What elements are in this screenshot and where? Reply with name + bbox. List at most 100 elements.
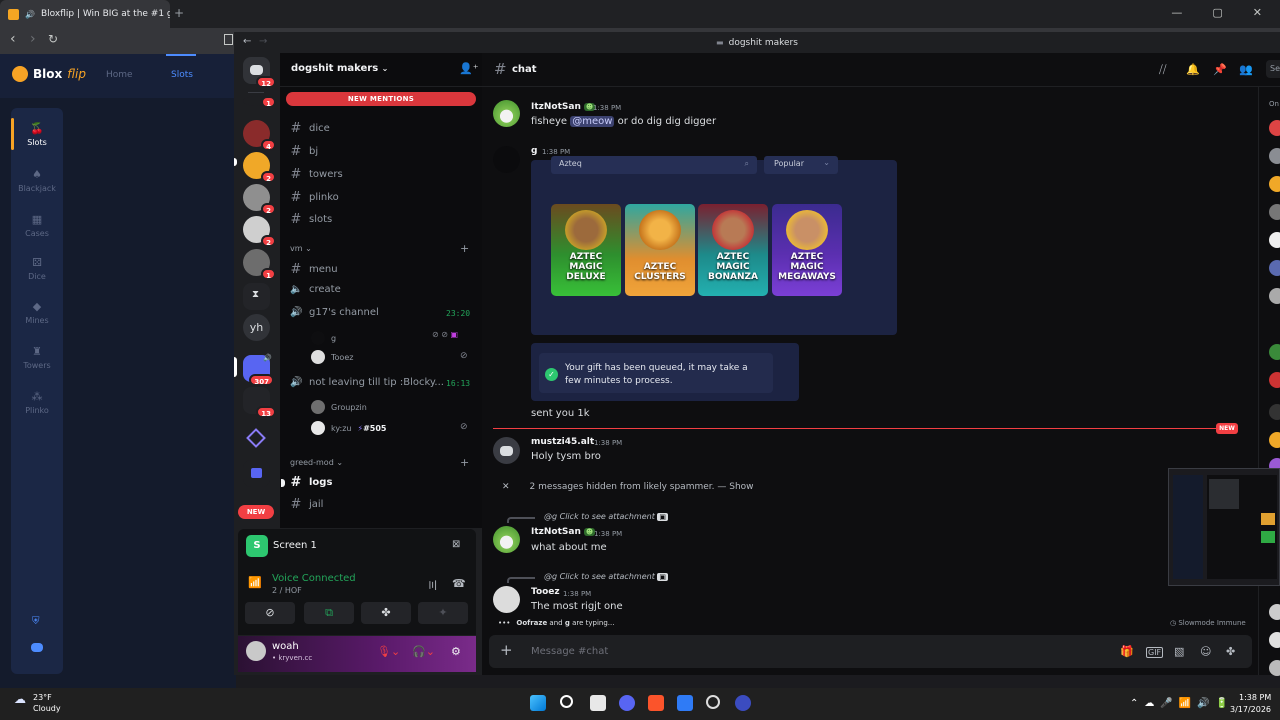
channel-slots[interactable]: # slots	[290, 212, 333, 227]
noise-suppression-icon[interactable]: 〣	[427, 577, 438, 593]
sidebar-item-mines[interactable]: ◆ Mines	[11, 300, 63, 325]
create-channel-icon[interactable]: +	[460, 456, 469, 469]
voice-status[interactable]: Voice Connected	[272, 573, 356, 584]
voice-user-groupzin[interactable]: Groupzin	[311, 400, 367, 414]
new-unreads-pill[interactable]: NEW	[238, 505, 274, 519]
member-avatar[interactable]	[1269, 120, 1280, 136]
voice-user-tooez[interactable]: Tooez	[311, 350, 353, 364]
server-folder[interactable]: ⧗	[243, 283, 270, 310]
start-windows-icon[interactable]	[530, 695, 546, 711]
close-icon[interactable]: ✕	[502, 482, 510, 492]
signal-icon[interactable]: 📶	[248, 576, 262, 589]
stop-stream-icon[interactable]: ⊠	[452, 539, 460, 550]
channel-towers[interactable]: # towers	[290, 167, 343, 182]
sidebar-item-blackjack[interactable]: ♠ Blackjack	[11, 168, 63, 193]
voice-channel-path[interactable]: 2 / HOF	[272, 586, 302, 595]
clock-time[interactable]: 1:38 PM	[1239, 693, 1271, 702]
cloudy-weather-icon[interactable]: ☁	[14, 692, 26, 706]
guild-name[interactable]: dogshit makers ⌄	[291, 63, 388, 74]
back-icon[interactable]: ‹	[10, 31, 16, 47]
stream-preview-thumbnail[interactable]	[1168, 468, 1280, 586]
member-avatar[interactable]	[1269, 404, 1280, 420]
server-dogshit-makers[interactable]: 🔊 307	[243, 354, 274, 386]
avatar[interactable]	[493, 146, 520, 173]
pin-icon[interactable]: 📌	[1213, 63, 1227, 76]
emoji-icon[interactable]: ☺	[1200, 645, 1211, 658]
bloxflip-nav-slots[interactable]: Slots	[171, 70, 193, 80]
sidebar-item-slots[interactable]: 🍒 Slots	[11, 122, 63, 147]
sidebar-item-cases[interactable]: ▦ Cases	[11, 213, 63, 238]
discord-link-icon[interactable]	[31, 643, 43, 652]
discord-taskbar-icon[interactable]	[619, 695, 635, 711]
member-avatar[interactable]	[1269, 604, 1280, 620]
avatar[interactable]	[493, 437, 520, 464]
message-author[interactable]: mustzi45.alt	[531, 437, 594, 447]
file-explorer-icon[interactable]	[590, 695, 606, 711]
channel-menu[interactable]: # menu	[290, 262, 338, 277]
server-icon[interactable]: 1	[243, 249, 276, 280]
sidebar-item-dice[interactable]: ⚄ Dice	[11, 256, 63, 281]
message-author[interactable]: ItzNotSan ☻	[531, 527, 596, 537]
member-avatar[interactable]	[1269, 632, 1280, 648]
bookmark-icon[interactable]	[224, 34, 233, 45]
new-mentions-bar[interactable]: NEW MENTIONS	[286, 92, 476, 106]
shield-icon[interactable]: ⛨	[32, 616, 40, 627]
member-avatar[interactable]	[1269, 260, 1280, 276]
server-folder-open[interactable]: 13	[243, 387, 276, 418]
voice-channel-g17[interactable]: 🔊 g17's channel	[290, 307, 379, 318]
server-yh[interactable]: yh	[243, 314, 270, 341]
bell-icon[interactable]: 🔔	[1186, 63, 1200, 76]
voice-channel-not-leaving[interactable]: 🔊 not leaving till tip :Blocky...	[290, 377, 444, 388]
deafen-icon[interactable]: 🎧⌄	[412, 645, 435, 658]
sidebar-item-towers[interactable]: ♜ Towers	[11, 345, 63, 370]
camera-off-button[interactable]: ⊘	[245, 602, 295, 624]
member-avatar[interactable]	[1269, 232, 1280, 248]
channel-logs[interactable]: # logs	[290, 475, 333, 490]
app-icon[interactable]	[735, 695, 751, 711]
user-mention[interactable]: @meow	[570, 116, 615, 127]
category-greed-mod[interactable]: greed-mod ⌄	[290, 458, 343, 467]
clock-date[interactable]: 3/17/2026	[1230, 705, 1271, 714]
channel-plinko[interactable]: # plinko	[290, 190, 339, 205]
browser-tab[interactable]: 🔊 Bloxflip | Win BIG at the #1 g ×	[0, 0, 170, 28]
sticker-icon[interactable]: ▧	[1174, 645, 1184, 658]
maximize-button[interactable]: ▢	[1212, 6, 1222, 19]
channel-dice[interactable]: # dice	[290, 121, 330, 136]
reply-preview[interactable]: @g Click to see attachment ▣	[544, 512, 668, 521]
message-author[interactable]: g	[531, 146, 537, 156]
member-avatar[interactable]	[1269, 344, 1280, 360]
discord-forward-icon[interactable]: →	[259, 36, 267, 47]
reply-preview[interactable]: @g Click to see attachment ▣	[544, 572, 668, 581]
new-tab-button[interactable]: +	[174, 6, 184, 20]
chrome-icon[interactable]	[706, 695, 720, 709]
threads-icon[interactable]: ⧸⧸	[1159, 63, 1166, 77]
user-name[interactable]: woah	[272, 641, 299, 652]
folder-icon[interactable]	[243, 460, 270, 487]
close-window-button[interactable]: ✕	[1253, 6, 1262, 19]
member-avatar[interactable]	[1269, 288, 1280, 304]
member-list-icon[interactable]: 👥	[1239, 63, 1253, 76]
voice-user-kyzu[interactable]: ky:zu ⚡#505	[311, 421, 387, 435]
server-icon[interactable]: 2	[243, 184, 276, 215]
disconnect-icon[interactable]: ☎	[452, 577, 466, 590]
forward-icon[interactable]: ›	[30, 31, 36, 47]
settings-gear-icon[interactable]: ⚙	[451, 645, 461, 658]
reload-icon[interactable]: ↻	[48, 32, 58, 46]
member-avatar[interactable]	[1269, 372, 1280, 388]
voice-channel-create[interactable]: 🔈 create	[290, 284, 341, 295]
direct-messages-button[interactable]: 12	[243, 57, 276, 88]
avatar[interactable]	[493, 526, 520, 553]
screen-share-button[interactable]: ⧉	[304, 602, 354, 624]
member-avatar[interactable]	[1269, 660, 1280, 676]
invite-people-icon[interactable]: 👤⁺	[459, 62, 479, 75]
message-input-placeholder[interactable]: Message #chat	[531, 646, 608, 657]
avatar[interactable]	[493, 100, 520, 127]
member-avatar[interactable]	[1269, 432, 1280, 448]
shield-app-icon[interactable]	[677, 695, 693, 711]
member-avatar[interactable]	[1269, 204, 1280, 220]
gift-icon[interactable]: 🎁	[1120, 645, 1134, 658]
weather-description[interactable]: Cloudy	[33, 704, 61, 713]
message-author[interactable]: ItzNotSan ☻	[531, 102, 596, 112]
search-input[interactable]: Se	[1266, 60, 1280, 78]
audio-icon[interactable]: 🔊	[25, 10, 35, 19]
